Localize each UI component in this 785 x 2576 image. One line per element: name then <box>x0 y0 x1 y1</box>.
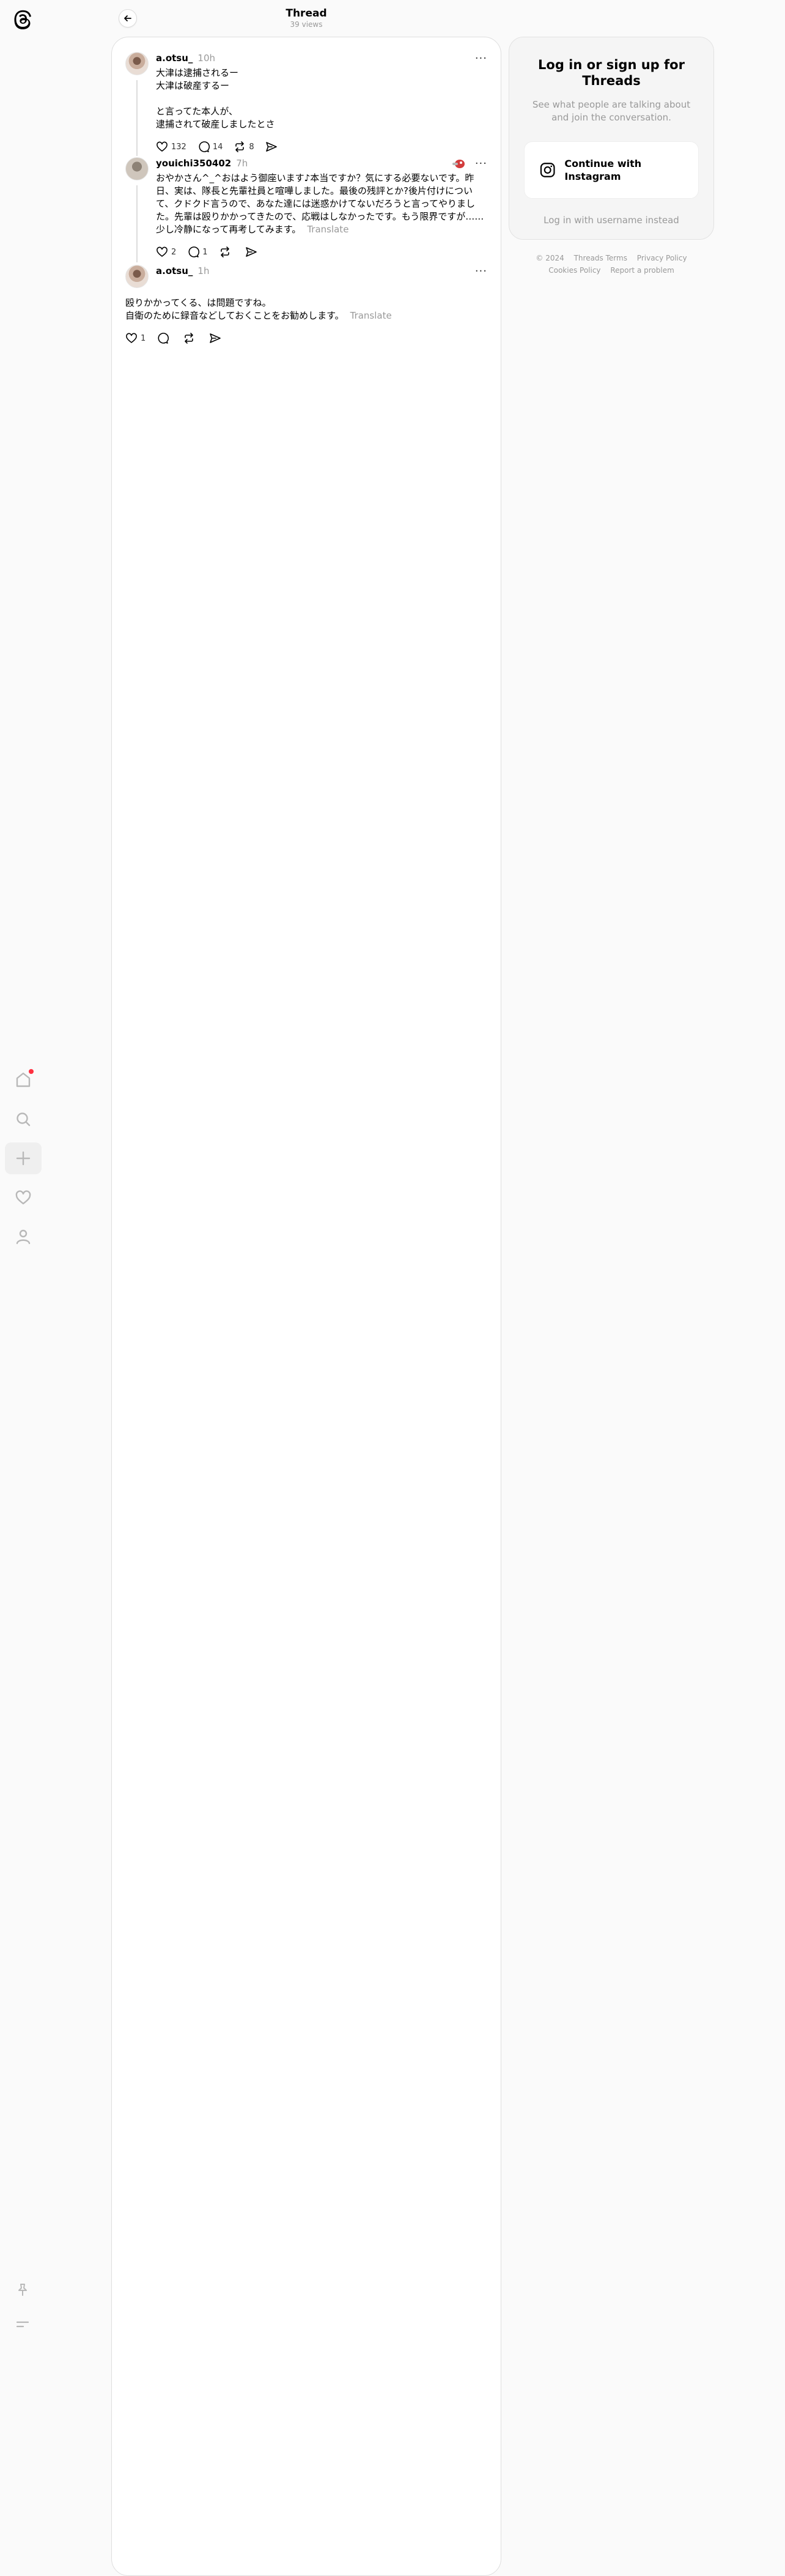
more-options-icon[interactable]: ··· <box>475 157 487 170</box>
like-button[interactable]: 1 <box>125 332 146 344</box>
nav-home[interactable] <box>5 1064 42 1096</box>
thread-post: a.otsu_ 1h ··· 殴りかかってくる、は問題ですね。 自衛のために録音… <box>125 265 488 350</box>
reply-count: 1 <box>202 247 208 257</box>
heart-icon <box>157 141 168 152</box>
translate-link[interactable]: Translate <box>350 310 392 321</box>
translate-link[interactable]: Translate <box>307 224 348 235</box>
reply-button[interactable]: 14 <box>197 141 223 153</box>
copyright: © 2024 <box>536 254 564 262</box>
repost-icon <box>235 141 245 152</box>
comment-icon <box>158 333 169 344</box>
post-actions: 2 1 <box>156 245 488 259</box>
post-actions: 132 14 8 <box>156 139 488 154</box>
thread-card: a.otsu_ 10h ··· 大津は逮捕されるー 大津は破産するー と言ってた… <box>111 37 501 2576</box>
reply-button[interactable]: 1 <box>187 246 208 258</box>
post-username[interactable]: a.otsu_ <box>156 265 193 276</box>
avatar[interactable] <box>125 265 149 288</box>
notification-dot <box>28 1068 35 1075</box>
login-panel: Log in or sign up for Threads See what p… <box>509 37 714 240</box>
post-username[interactable]: youichi350402 <box>156 158 231 169</box>
repost-button[interactable]: 8 <box>234 141 254 153</box>
like-button[interactable]: 132 <box>156 141 186 153</box>
person-icon <box>16 1229 31 1245</box>
login-username-link[interactable]: Log in with username instead <box>509 215 713 226</box>
reply-count: 14 <box>212 142 223 152</box>
more-options-icon[interactable]: ··· <box>475 265 487 278</box>
nav-activity[interactable] <box>5 1182 42 1213</box>
like-count: 132 <box>171 142 186 152</box>
post-line: 自衛のために録音などしておくことをお勧めします。 <box>125 310 344 321</box>
login-title: Log in or sign up for Threads <box>538 57 685 88</box>
report-problem-link[interactable]: Report a problem <box>610 266 674 275</box>
heart-icon <box>157 246 168 257</box>
send-icon <box>245 247 257 257</box>
comment-icon <box>199 141 210 152</box>
thread-connector <box>136 80 138 156</box>
post-line: と言ってた本人が、 <box>156 106 238 117</box>
nav-profile[interactable] <box>5 1221 42 1253</box>
post-line: 殴りかかってくる、は問題ですね。 <box>125 297 271 308</box>
share-button[interactable] <box>209 332 224 344</box>
threads-logo-icon[interactable] <box>12 7 33 32</box>
post-line: 大津は逮捕されるー <box>156 67 239 78</box>
view-count: 39 views <box>290 20 323 29</box>
instagram-button-label: Continue with Instagram <box>564 158 642 182</box>
reply-button[interactable] <box>157 332 172 344</box>
post-text: おやかさん^_^おはよう御座います♪本当ですか？気にする必要ないです。昨日、実は… <box>156 172 488 236</box>
heart-icon <box>126 333 137 343</box>
menu-icon[interactable] <box>12 2314 33 2334</box>
post-time[interactable]: 1h <box>197 265 209 276</box>
repost-count: 8 <box>249 142 254 152</box>
more-options-icon[interactable]: ··· <box>475 52 487 65</box>
like-count: 2 <box>171 247 177 257</box>
like-button[interactable]: 2 <box>156 246 176 258</box>
thread-post: a.otsu_ 10h ··· 大津は逮捕されるー 大津は破産するー と言ってた… <box>125 52 488 157</box>
post-actions: 1 <box>125 331 488 346</box>
post-text: 大津は逮捕されるー 大津は破産するー と言ってた本人が、 逮捕されて破産しました… <box>156 67 488 131</box>
thread-post: youichi350402 7h ··· おやかさん^_^おはよう御座います♪本… <box>125 157 488 264</box>
plus-icon <box>16 1151 31 1166</box>
thread-connector <box>136 185 138 262</box>
thread-header: Thread 39 views <box>111 0 501 37</box>
side-nav <box>0 1064 46 1260</box>
avatar[interactable] <box>125 157 149 180</box>
send-icon <box>210 333 221 343</box>
post-time[interactable]: 10h <box>197 53 215 64</box>
post-time[interactable]: 7h <box>236 158 248 169</box>
share-button[interactable] <box>265 141 281 153</box>
terms-link[interactable]: Threads Terms <box>574 254 627 262</box>
comment-icon <box>188 246 200 257</box>
cookies-link[interactable]: Cookies Policy <box>548 266 600 275</box>
share-button[interactable] <box>245 246 260 258</box>
repost-button[interactable] <box>219 246 234 258</box>
nav-create[interactable] <box>5 1142 42 1174</box>
post-text: 殴りかかってくる、は問題ですね。 自衛のために録音などしておくことをお勧めします… <box>125 297 488 322</box>
search-icon <box>17 1112 31 1127</box>
nav-search[interactable] <box>5 1103 42 1135</box>
repost-icon <box>185 333 194 344</box>
continue-with-instagram-button[interactable]: Continue with Instagram <box>524 141 699 199</box>
like-count: 1 <box>141 333 146 343</box>
avatar[interactable] <box>125 52 149 75</box>
privacy-link[interactable]: Privacy Policy <box>637 254 687 262</box>
page-title: Thread <box>286 7 327 20</box>
send-icon <box>265 142 277 152</box>
post-line: 逮捕されて破産しましたとさ <box>156 119 275 130</box>
sticker-icon <box>452 160 465 168</box>
post-username[interactable]: a.otsu_ <box>156 53 193 64</box>
instagram-icon <box>540 163 555 177</box>
login-subtitle: See what people are talking about and jo… <box>532 99 691 123</box>
heart-icon <box>15 1190 31 1205</box>
repost-icon <box>220 246 229 257</box>
footer: © 2024 Threads Terms Privacy Policy Cook… <box>509 252 714 276</box>
repost-button[interactable] <box>183 332 198 344</box>
pin-icon[interactable] <box>12 2279 33 2300</box>
post-line: 大津は破産するー <box>156 80 230 91</box>
